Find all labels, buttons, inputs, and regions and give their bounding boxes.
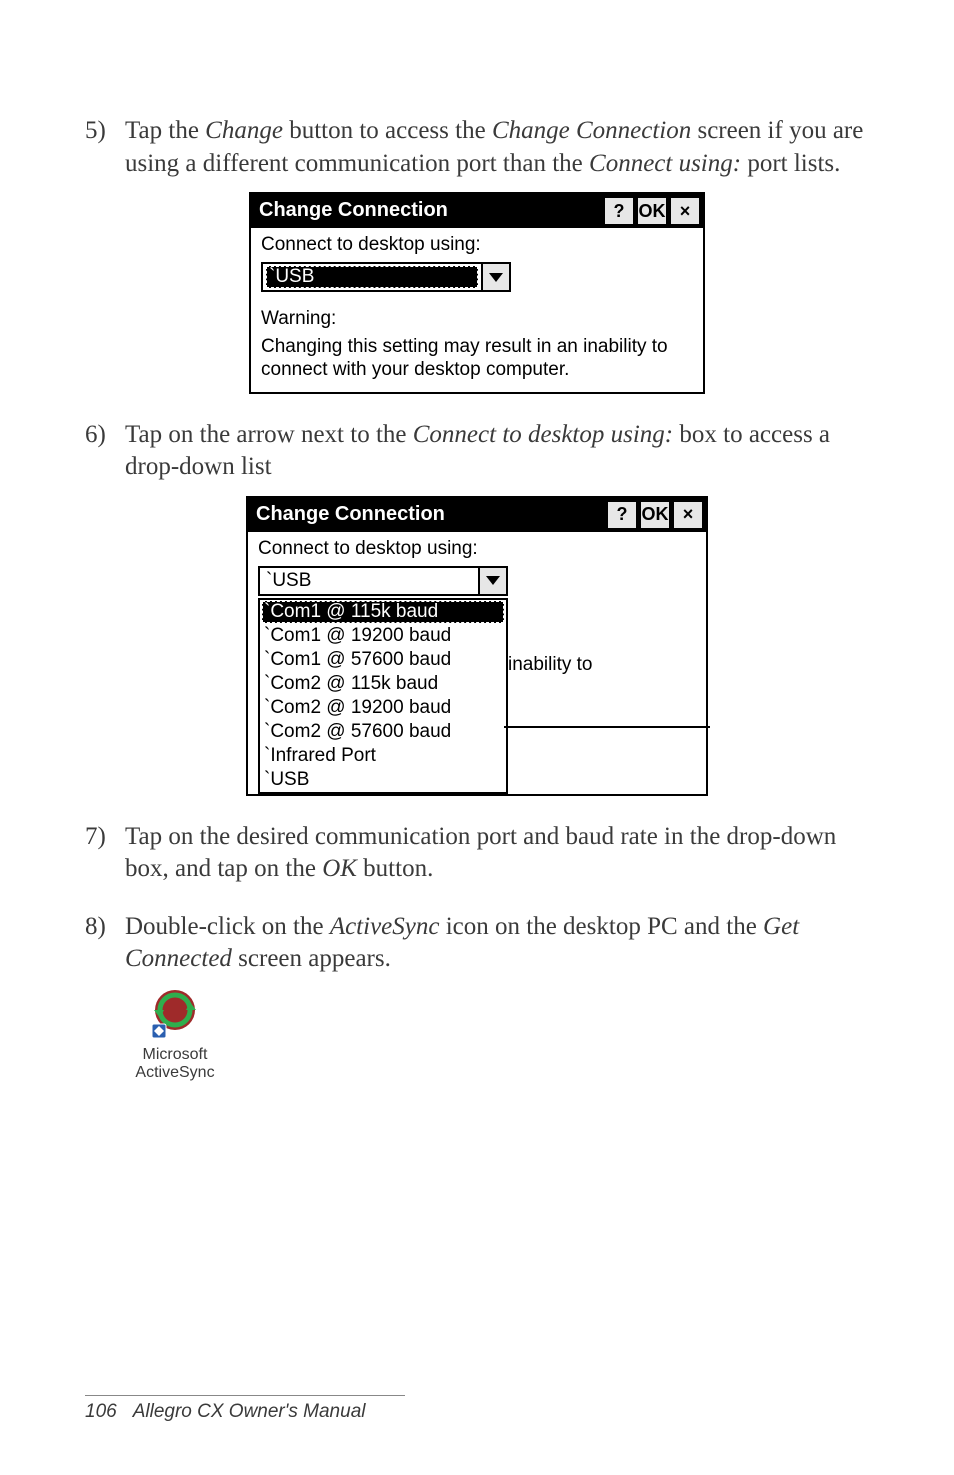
option-usb[interactable]: `USB bbox=[260, 768, 506, 792]
close-button[interactable]: × bbox=[673, 501, 703, 529]
option-com1-57600[interactable]: `Com1 @ 57600 baud bbox=[260, 648, 506, 672]
page-footer: 106 Allegro CX Owner's Manual bbox=[85, 1395, 405, 1423]
combo-value: `USB bbox=[266, 570, 311, 592]
activesync-icon bbox=[146, 988, 204, 1042]
connect-options-list[interactable]: `Com1 @ 115k baud `Com1 @ 19200 baud `Co… bbox=[258, 598, 508, 794]
change-connection-dialog-2: Change Connection ? OK × Connect to desk… bbox=[246, 496, 708, 796]
step-5-number: 5) bbox=[85, 115, 125, 148]
step-8-number: 8) bbox=[85, 911, 125, 944]
connect-label: Connect to desktop using: bbox=[258, 538, 696, 560]
chevron-down-icon bbox=[489, 273, 503, 282]
option-com2-19200[interactable]: `Com2 @ 19200 baud bbox=[260, 696, 506, 720]
combo-dropdown-button[interactable] bbox=[481, 264, 509, 290]
option-com1-19200[interactable]: `Com1 @ 19200 baud bbox=[260, 624, 506, 648]
option-infrared[interactable]: `Infrared Port bbox=[260, 744, 506, 768]
page-number: 106 bbox=[85, 1401, 117, 1422]
step-7: 7)Tap on the desired communication port … bbox=[125, 821, 869, 886]
book-title: Allegro CX Owner's Manual bbox=[133, 1401, 366, 1422]
chevron-down-icon bbox=[486, 576, 500, 585]
connect-label: Connect to desktop using: bbox=[261, 234, 693, 256]
close-button[interactable]: × bbox=[670, 197, 700, 225]
option-com2-115k[interactable]: `Com2 @ 115k baud bbox=[260, 672, 506, 696]
ok-button[interactable]: OK bbox=[637, 197, 667, 225]
connect-combo[interactable]: `USB bbox=[261, 262, 511, 292]
warning-partial-text: inability to bbox=[508, 654, 593, 676]
dialog-title: Change Connection bbox=[251, 194, 601, 228]
combo-value: `USB bbox=[269, 266, 314, 288]
help-button[interactable]: ? bbox=[604, 197, 634, 225]
warning-text: Changing this setting may result in an i… bbox=[261, 336, 693, 382]
change-connection-dialog-1: Change Connection ? OK × Connect to desk… bbox=[249, 192, 705, 394]
titlebar: Change Connection ? OK × bbox=[248, 498, 706, 532]
step-6-number: 6) bbox=[85, 419, 125, 452]
step-7-number: 7) bbox=[85, 821, 125, 854]
step-5: 5)Tap the Change button to access the Ch… bbox=[125, 115, 869, 180]
warning-heading: Warning: bbox=[261, 308, 693, 330]
titlebar: Change Connection ? OK × bbox=[251, 194, 703, 228]
ok-button[interactable]: OK bbox=[640, 501, 670, 529]
activesync-label-2: ActiveSync bbox=[125, 1064, 225, 1082]
step-6: 6)Tap on the arrow next to the Connect t… bbox=[125, 419, 869, 484]
combo-dropdown-button[interactable] bbox=[478, 568, 506, 594]
connect-combo[interactable]: `USB bbox=[258, 566, 508, 596]
option-com1-115k[interactable]: `Com1 @ 115k baud bbox=[260, 600, 506, 624]
dialog-title: Change Connection bbox=[248, 498, 604, 532]
activesync-label-1: Microsoft bbox=[125, 1046, 225, 1064]
help-button[interactable]: ? bbox=[607, 501, 637, 529]
step-8: 8)Double-click on the ActiveSync icon on… bbox=[125, 911, 869, 976]
activesync-icon-block[interactable]: Microsoft ActiveSync bbox=[125, 988, 225, 1082]
option-com2-57600[interactable]: `Com2 @ 57600 baud bbox=[260, 720, 506, 744]
